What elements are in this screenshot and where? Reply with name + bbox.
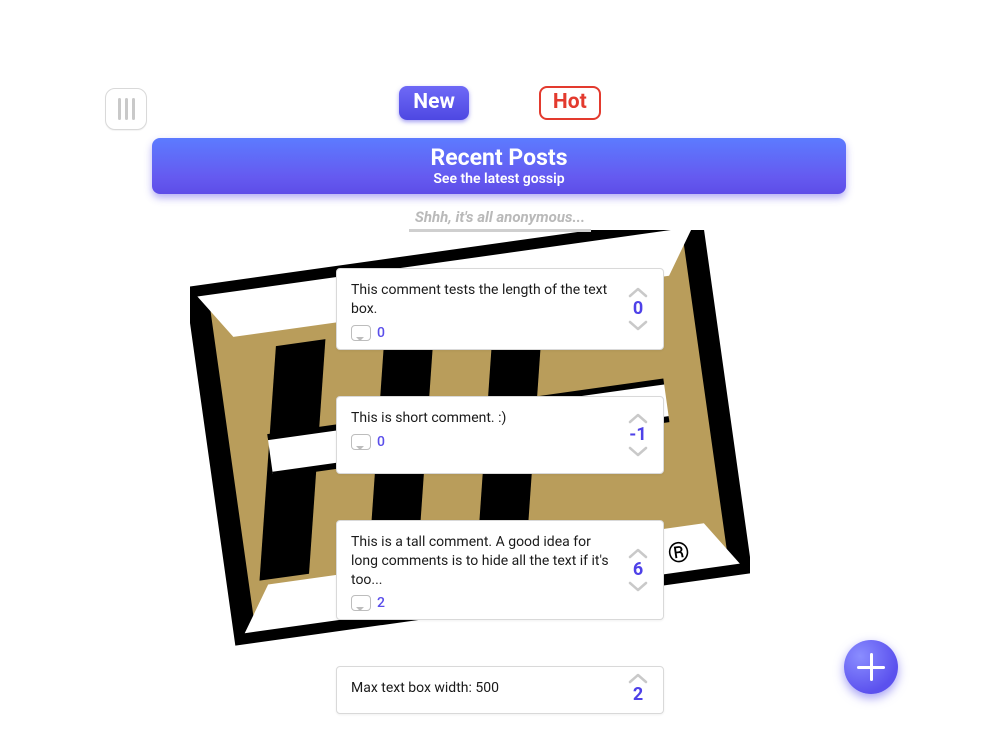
header-banner: Recent Posts See the latest gossip [152, 138, 846, 194]
post-card[interactable]: Max text box width: 500 2 [336, 666, 664, 714]
post-card[interactable]: This is a tall comment. A good idea for … [336, 520, 664, 621]
compose-fab[interactable] [844, 640, 898, 694]
downvote-icon[interactable] [627, 446, 649, 458]
comment-count: 0 [377, 325, 385, 341]
vote-score: 2 [633, 685, 643, 705]
tab-new[interactable]: New [399, 86, 469, 120]
banner-subtitle: See the latest gossip [152, 171, 846, 187]
vote-score: -1 [629, 425, 646, 445]
comment-icon[interactable] [351, 595, 371, 611]
post-text: Max text box width: 500 [351, 679, 615, 698]
post-text: This is short comment. :) [351, 409, 615, 428]
upvote-icon[interactable] [627, 412, 649, 424]
comment-count: 2 [377, 595, 385, 611]
upvote-icon[interactable] [627, 286, 649, 298]
post-card[interactable]: This comment tests the length of the tex… [336, 268, 664, 350]
post-text: This comment tests the length of the tex… [351, 281, 615, 319]
vote-score: 0 [633, 299, 643, 319]
upvote-icon[interactable] [627, 547, 649, 559]
post-card[interactable]: This is short comment. :) 0 -1 [336, 396, 664, 474]
compose-input[interactable]: Shhh, it's all anonymous... [409, 208, 591, 232]
downvote-icon[interactable] [627, 581, 649, 593]
tab-hot[interactable]: Hot [539, 86, 601, 120]
downvote-icon[interactable] [627, 320, 649, 332]
comment-icon[interactable] [351, 434, 371, 450]
comment-count: 0 [377, 434, 385, 450]
upvote-icon[interactable] [627, 672, 649, 684]
post-text: This is a tall comment. A good idea for … [351, 533, 615, 590]
post-list: This comment tests the length of the tex… [0, 268, 1000, 714]
banner-title: Recent Posts [152, 145, 846, 170]
comment-icon[interactable] [351, 325, 371, 341]
vote-score: 6 [633, 560, 643, 580]
